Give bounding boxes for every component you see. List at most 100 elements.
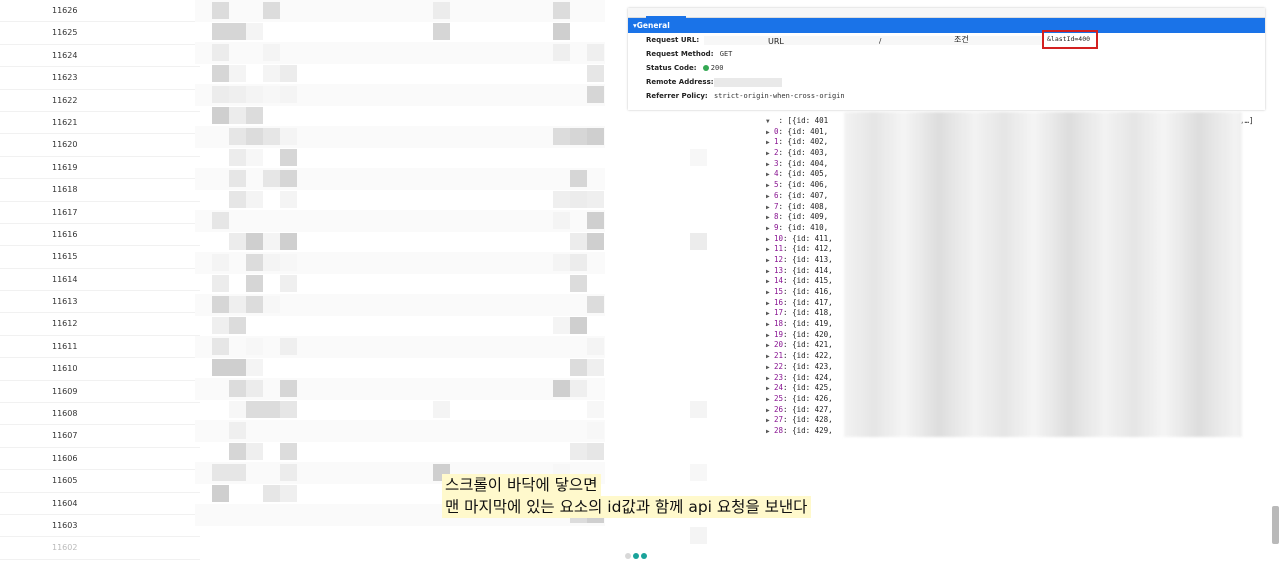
item-index: 18 bbox=[774, 319, 784, 329]
mosaic-tile bbox=[229, 380, 246, 397]
list-item[interactable]: 11617 bbox=[0, 202, 200, 224]
mosaic-tile bbox=[570, 443, 587, 460]
item-preview: {id: 407, bbox=[787, 190, 829, 200]
item-index: 21 bbox=[774, 351, 784, 361]
mosaic-tile bbox=[263, 254, 280, 271]
mosaic-tile bbox=[690, 233, 707, 250]
list-item[interactable]: 11619 bbox=[0, 157, 200, 180]
expand-triangle-icon[interactable]: ▶ bbox=[766, 427, 774, 438]
mosaic-tile bbox=[587, 233, 604, 250]
mosaic-tile bbox=[690, 401, 707, 418]
item-colon: : bbox=[778, 180, 788, 190]
item-index: 28 bbox=[774, 425, 784, 435]
mosaic-tile bbox=[263, 401, 280, 418]
item-index: 24 bbox=[774, 383, 784, 393]
mosaic-tile bbox=[587, 86, 604, 103]
list-item[interactable]: 11613 bbox=[0, 291, 200, 314]
mosaic-tile bbox=[263, 65, 280, 82]
referrer-policy-value: strict-origin-when-cross-origin bbox=[713, 92, 845, 100]
mosaic-tile bbox=[246, 338, 263, 355]
list-item[interactable]: 11615 bbox=[0, 246, 200, 269]
list-item[interactable]: 11612 bbox=[0, 313, 200, 336]
list-item[interactable]: 11602 bbox=[0, 537, 200, 560]
pager-dot[interactable] bbox=[625, 553, 631, 559]
devtools-headers-panel: ▾General Request URL: URL / 조건 &lastId=4… bbox=[628, 8, 1265, 110]
mosaic-tile bbox=[229, 107, 246, 124]
list-item[interactable]: 11620 bbox=[0, 134, 200, 157]
mosaic-tile bbox=[263, 128, 280, 145]
mosaic-tile bbox=[246, 149, 263, 166]
item-preview: {id: 408, bbox=[787, 201, 829, 211]
mosaic-tile bbox=[212, 485, 229, 502]
redacted-url bbox=[704, 36, 1044, 45]
list-item[interactable]: 11625 bbox=[0, 22, 200, 45]
item-preview: {id: 403, bbox=[787, 148, 829, 158]
list-item[interactable]: 11606 bbox=[0, 448, 200, 471]
list-item[interactable]: 11624 bbox=[0, 45, 200, 68]
item-preview: {id: 428, bbox=[792, 415, 833, 425]
mosaic-tile bbox=[229, 191, 246, 208]
row-band bbox=[195, 42, 605, 64]
list-item[interactable]: 11608 bbox=[0, 403, 200, 426]
item-colon: : bbox=[783, 372, 793, 382]
mosaic-tile bbox=[570, 254, 587, 271]
item-preview: {id: 422, bbox=[792, 351, 833, 361]
list-item[interactable]: 11610 bbox=[0, 358, 200, 381]
item-colon: : bbox=[783, 287, 793, 296]
mosaic-tile bbox=[280, 86, 297, 103]
item-preview: {id: 416, bbox=[792, 287, 833, 296]
list-item[interactable]: 11609 bbox=[0, 381, 200, 404]
item-preview: {id: 413, bbox=[792, 254, 833, 264]
expand-triangle-icon[interactable]: ▶ bbox=[766, 224, 774, 235]
row-band bbox=[195, 168, 605, 190]
referrer-policy-label: Referrer Policy: bbox=[646, 92, 708, 100]
scrollbar-thumb[interactable] bbox=[1272, 506, 1279, 544]
list-item[interactable]: 11605 bbox=[0, 470, 200, 493]
list-item[interactable]: 11623 bbox=[0, 67, 200, 90]
expand-triangle-icon[interactable]: ▶ bbox=[766, 192, 774, 203]
general-section-header[interactable]: ▾General bbox=[628, 18, 1265, 33]
mosaic-tile bbox=[229, 443, 246, 460]
list-item[interactable]: 11618 bbox=[0, 179, 200, 202]
list-item[interactable]: 11607 bbox=[0, 425, 200, 448]
list-item[interactable]: 11603 bbox=[0, 515, 200, 538]
list-item[interactable]: 11626 bbox=[0, 0, 200, 23]
mosaic-tile bbox=[246, 275, 263, 292]
item-colon: : bbox=[783, 244, 793, 254]
item-index: 22 bbox=[774, 361, 784, 371]
mosaic-tile bbox=[553, 128, 570, 145]
mosaic-tile bbox=[246, 401, 263, 418]
expand-triangle-icon[interactable]: ▶ bbox=[766, 395, 774, 406]
url-slash: / bbox=[879, 37, 882, 45]
item-colon: : bbox=[783, 276, 793, 286]
expand-triangle-icon[interactable]: ▶ bbox=[766, 363, 774, 374]
item-index: 26 bbox=[774, 404, 784, 414]
list-item[interactable]: 11621 bbox=[0, 112, 200, 135]
mosaic-tile bbox=[280, 275, 297, 292]
devtools-tab-strip[interactable] bbox=[628, 8, 1265, 18]
devtools-active-tab[interactable] bbox=[646, 10, 686, 18]
list-item[interactable]: 11614 bbox=[0, 269, 200, 292]
mosaic-tile bbox=[587, 128, 604, 145]
list-item[interactable]: 11611 bbox=[0, 336, 200, 359]
mosaic-tile bbox=[212, 359, 229, 376]
request-method-row: Request Method: GET bbox=[628, 47, 1265, 61]
item-index: 25 bbox=[774, 393, 784, 403]
mosaic-tile bbox=[553, 2, 570, 19]
list-item[interactable]: 11604 bbox=[0, 493, 200, 515]
mosaic-tile bbox=[587, 443, 604, 460]
mosaic-tile bbox=[212, 338, 229, 355]
item-preview: {id: 417, bbox=[792, 297, 833, 307]
list-item[interactable]: 11622 bbox=[0, 90, 200, 112]
pager-dots[interactable] bbox=[625, 544, 649, 563]
list-item[interactable]: 11616 bbox=[0, 224, 200, 247]
item-preview: {id: 419, bbox=[792, 319, 833, 329]
mosaic-tile bbox=[280, 380, 297, 397]
item-colon: : bbox=[783, 233, 793, 243]
item-colon: : bbox=[778, 137, 788, 147]
pager-dot-active[interactable] bbox=[633, 553, 639, 559]
mosaic-tile bbox=[246, 107, 263, 124]
pager-dot-active[interactable] bbox=[641, 553, 647, 559]
mosaic-tile bbox=[246, 86, 263, 103]
subtitle-caption: 스크롤이 바닥에 닿으면 맨 마지막에 있는 요소의 id값과 함께 api 요… bbox=[442, 474, 812, 518]
